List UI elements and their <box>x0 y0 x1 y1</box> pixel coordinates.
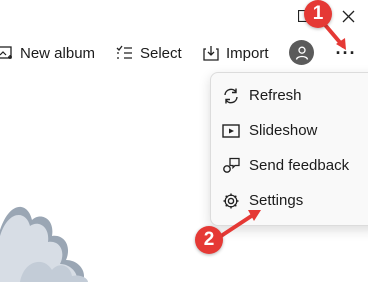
menu-item-refresh[interactable]: Refresh <box>211 79 368 113</box>
menu-item-settings-label: Settings <box>249 192 304 209</box>
import-button[interactable]: Import <box>203 40 269 66</box>
avatar[interactable] <box>289 40 314 65</box>
menu-item-send-feedback-label: Send feedback <box>249 157 350 174</box>
menu-item-send-feedback[interactable]: Send feedback <box>211 149 368 183</box>
more-options-button[interactable]: ··· <box>332 41 360 65</box>
more-options-menu: Refresh Slideshow Send feedback Settings <box>210 72 368 226</box>
cloud-illustration <box>0 206 88 282</box>
step-1-number: 1 <box>312 3 324 24</box>
menu-item-settings[interactable]: Settings <box>211 184 368 218</box>
select-list-icon <box>116 45 132 59</box>
gear-icon <box>223 193 239 209</box>
step-2-badge: 2 <box>195 226 223 254</box>
close-button[interactable] <box>335 0 361 32</box>
slideshow-icon <box>222 124 240 138</box>
person-icon <box>295 46 308 60</box>
step-2-number: 2 <box>203 229 215 250</box>
refresh-icon <box>224 88 238 104</box>
select-button[interactable]: Select <box>116 40 182 66</box>
menu-item-slideshow[interactable]: Slideshow <box>211 114 368 148</box>
close-icon <box>342 10 354 22</box>
new-album-icon <box>0 46 12 59</box>
select-label: Select <box>140 44 182 62</box>
import-icon <box>203 46 219 61</box>
new-album-button[interactable]: New album <box>0 40 95 66</box>
import-label: Import <box>226 44 269 62</box>
menu-item-slideshow-label: Slideshow <box>249 122 318 139</box>
menu-item-refresh-label: Refresh <box>249 87 302 104</box>
step-1-badge: 1 <box>304 0 332 28</box>
feedback-icon <box>223 157 240 173</box>
new-album-label: New album <box>20 44 96 62</box>
more-options-icon: ··· <box>335 42 357 63</box>
